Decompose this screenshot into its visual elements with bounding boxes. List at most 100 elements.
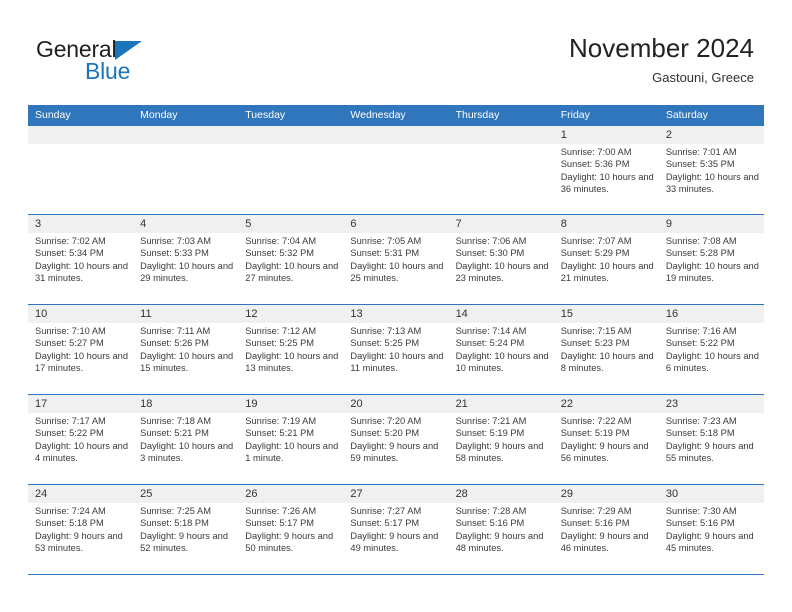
sunset-text: Sunset: 5:23 PM: [560, 338, 630, 349]
day-sun-info: Sunrise: 7:15 AM Sunset: 5:23 PM Daylight:…: [561, 325, 656, 374]
day-cell[interactable]: 17 Sunrise: 7:17 AM Sunset: 5:22 PM Dayligh…: [28, 395, 133, 484]
day-cell[interactable]: 22 Sunrise: 7:22 AM Sunset: 5:19 PM Dayligh…: [554, 395, 659, 484]
day-cell[interactable]: 11 Sunrise: 7:11 AM Sunset: 5:26 PM Dayligh…: [133, 305, 238, 394]
day-cell[interactable]: 2 Sunrise: 7:01 AM Sunset: 5:35 PM Daylight…: [659, 126, 764, 214]
sunrise-text: Sunrise: 7:28 AM: [455, 506, 527, 516]
page-title: November 2024: [569, 33, 754, 63]
day-cell[interactable]: 13 Sunrise: 7:13 AM Sunset: 5:25 PM Dayligh…: [343, 305, 448, 394]
weekday-header-saturday: Saturday: [665, 109, 708, 121]
day-cell[interactable]: 16 Sunrise: 7:16 AM Sunset: 5:22 PM Dayligh…: [659, 305, 764, 394]
day-sun-info: Sunrise: 7:03 AM Sunset: 5:33 PM Daylight:…: [140, 235, 235, 284]
day-cell[interactable]: 24 Sunrise: 7:24 AM Sunset: 5:18 PM Dayligh…: [28, 485, 133, 574]
day-number: 16: [665, 308, 679, 320]
day-cell[interactable]: 4 Sunrise: 7:03 AM Sunset: 5:33 PM Daylight…: [133, 215, 238, 304]
day-cell[interactable]: 25 Sunrise: 7:25 AM Sunset: 5:18 PM Dayligh…: [133, 485, 238, 574]
day-sun-info: Sunrise: 7:16 AM Sunset: 5:22 PM Daylight:…: [666, 325, 761, 374]
sunrise-text: Sunrise: 7:00 AM: [560, 147, 632, 157]
sunrise-text: Sunrise: 7:24 AM: [35, 506, 106, 516]
sunset-text: Sunset: 5:19 PM: [455, 428, 525, 439]
sunset-text: Sunset: 5:22 PM: [35, 428, 104, 439]
sunrise-text: Sunrise: 7:18 AM: [140, 416, 211, 426]
day-sun-info: Sunrise: 7:07 AM Sunset: 5:29 PM Daylight:…: [561, 235, 656, 284]
sunrise-text: Sunrise: 7:16 AM: [665, 326, 737, 336]
sunset-text: Sunset: 5:28 PM: [665, 248, 735, 259]
day-sun-info: Sunrise: 7:18 AM Sunset: 5:21 PM Daylight:…: [140, 415, 235, 464]
sunrise-text: Sunrise: 7:21 AM: [455, 416, 527, 426]
daylight-text: Daylight: 10 hours and 25 minutes.: [350, 260, 444, 283]
day-cell[interactable]: 18 Sunrise: 7:18 AM Sunset: 5:21 PM Dayligh…: [133, 395, 238, 484]
day-sun-info: Sunrise: 7:22 AM Sunset: 5:19 PM Daylight:…: [561, 415, 656, 464]
day-sun-info: Sunrise: 7:20 AM Sunset: 5:20 PM Daylight:…: [350, 415, 445, 464]
weekday-header-row: Sunday Monday Tuesday Wednesday Thursday…: [28, 105, 764, 126]
day-cell[interactable]: 12 Sunrise: 7:12 AM Sunset: 5:25 PM Dayligh…: [238, 305, 343, 394]
day-cell[interactable]: 8 Sunrise: 7:07 AM Sunset: 5:29 PM Daylight…: [554, 215, 659, 304]
day-cell[interactable]: 23 Sunrise: 7:23 AM Sunset: 5:18 PM Dayligh…: [659, 395, 764, 484]
sunrise-text: Sunrise: 7:23 AM: [665, 416, 737, 426]
sunrise-text: Sunrise: 7:02 AM: [35, 236, 106, 246]
day-cell[interactable]: 6 Sunrise: 7:05 AM Sunset: 5:31 PM Daylight…: [343, 215, 448, 304]
day-cell-empty: [133, 126, 238, 214]
day-number: 2: [665, 129, 672, 141]
calendar-week-row: 3 Sunrise: 7:02 AM Sunset: 5:34 PM Daylight…: [28, 215, 764, 305]
day-cell[interactable]: 10 Sunrise: 7:10 AM Sunset: 5:27 PM Dayligh…: [28, 305, 133, 394]
day-cell[interactable]: 19 Sunrise: 7:19 AM Sunset: 5:21 PM Dayligh…: [238, 395, 343, 484]
day-cell-empty: [238, 126, 343, 214]
day-cell[interactable]: 15 Sunrise: 7:15 AM Sunset: 5:23 PM Dayligh…: [554, 305, 659, 394]
sunrise-text: Sunrise: 7:13 AM: [350, 326, 422, 336]
sunset-text: Sunset: 5:31 PM: [350, 248, 420, 259]
day-cell[interactable]: 30 Sunrise: 7:30 AM Sunset: 5:16 PM Dayligh…: [659, 485, 764, 574]
daylight-text: Daylight: 10 hours and 1 minute.: [245, 440, 339, 463]
day-number: 11: [140, 308, 152, 320]
sunset-text: Sunset: 5:34 PM: [35, 248, 104, 259]
day-number: 5: [245, 218, 252, 230]
sunrise-text: Sunrise: 7:10 AM: [35, 326, 106, 336]
daylight-text: Daylight: 10 hours and 3 minutes.: [140, 440, 234, 463]
day-sun-info: Sunrise: 7:08 AM Sunset: 5:28 PM Daylight:…: [666, 235, 761, 284]
sunrise-text: Sunrise: 7:25 AM: [140, 506, 211, 516]
day-sun-info: Sunrise: 7:28 AM Sunset: 5:16 PM Daylight:…: [456, 505, 551, 554]
day-number: 26: [245, 488, 258, 500]
day-cell[interactable]: 1 Sunrise: 7:00 AM Sunset: 5:36 PM Daylight…: [554, 126, 659, 214]
day-number: 21: [455, 398, 468, 410]
daylight-text: Daylight: 9 hours and 52 minutes.: [140, 530, 228, 553]
day-cell[interactable]: 20 Sunrise: 7:20 AM Sunset: 5:20 PM Dayligh…: [343, 395, 448, 484]
week-days: 1 Sunrise: 7:00 AM Sunset: 5:36 PM Daylight…: [28, 126, 764, 214]
daylight-text: Daylight: 9 hours and 50 minutes.: [245, 530, 334, 553]
day-cell[interactable]: 26 Sunrise: 7:26 AM Sunset: 5:17 PM Dayligh…: [238, 485, 343, 574]
day-cell[interactable]: 9 Sunrise: 7:08 AM Sunset: 5:28 PM Daylight…: [659, 215, 764, 304]
daylight-text: Daylight: 10 hours and 4 minutes.: [35, 440, 129, 463]
day-number: 20: [350, 398, 363, 410]
daylight-text: Daylight: 10 hours and 6 minutes.: [665, 350, 759, 373]
day-number: 14: [455, 308, 468, 320]
day-number: 18: [140, 398, 153, 410]
weekday-header-thursday: Thursday: [455, 109, 500, 121]
sunset-text: Sunset: 5:35 PM: [665, 159, 735, 170]
day-sun-info: Sunrise: 7:00 AM Sunset: 5:36 PM Daylight:…: [561, 146, 656, 195]
day-cell[interactable]: 14 Sunrise: 7:14 AM Sunset: 5:24 PM Dayligh…: [449, 305, 554, 394]
day-cell[interactable]: 28 Sunrise: 7:28 AM Sunset: 5:16 PM Dayligh…: [449, 485, 554, 574]
sunrise-text: Sunrise: 7:03 AM: [140, 236, 211, 246]
day-cell[interactable]: 21 Sunrise: 7:21 AM Sunset: 5:19 PM Dayligh…: [449, 395, 554, 484]
day-cell[interactable]: 3 Sunrise: 7:02 AM Sunset: 5:34 PM Daylight…: [28, 215, 133, 304]
day-cell[interactable]: 29 Sunrise: 7:29 AM Sunset: 5:16 PM Dayligh…: [554, 485, 659, 574]
daylight-text: Daylight: 10 hours and 11 minutes.: [350, 350, 444, 373]
week-days: 10 Sunrise: 7:10 AM Sunset: 5:27 PM Dayligh…: [28, 305, 764, 394]
sunset-text: Sunset: 5:19 PM: [560, 428, 630, 439]
sunrise-text: Sunrise: 7:17 AM: [35, 416, 106, 426]
calendar-page: General Blue November 2024 Gastouni, Gre…: [0, 0, 792, 612]
day-number: 12: [245, 308, 258, 320]
day-number: 24: [35, 488, 48, 500]
day-number: 3: [35, 218, 42, 230]
day-cell[interactable]: 7 Sunrise: 7:06 AM Sunset: 5:30 PM Daylight…: [449, 215, 554, 304]
weekday-header-wednesday: Wednesday: [350, 109, 406, 121]
day-sun-info: Sunrise: 7:21 AM Sunset: 5:19 PM Daylight:…: [456, 415, 551, 464]
daylight-text: Daylight: 10 hours and 36 minutes.: [560, 171, 654, 194]
page-header: General Blue November 2024 Gastouni, Gre…: [0, 0, 792, 100]
calendar-week-row: 1 Sunrise: 7:00 AM Sunset: 5:36 PM Daylight…: [28, 126, 764, 215]
daylight-text: Daylight: 9 hours and 55 minutes.: [665, 440, 754, 463]
sunset-text: Sunset: 5:16 PM: [665, 518, 735, 529]
day-sun-info: Sunrise: 7:06 AM Sunset: 5:30 PM Daylight:…: [456, 235, 551, 284]
day-cell[interactable]: 5 Sunrise: 7:04 AM Sunset: 5:32 PM Daylight…: [238, 215, 343, 304]
week-days: 3 Sunrise: 7:02 AM Sunset: 5:34 PM Daylight…: [28, 215, 764, 304]
day-cell[interactable]: 27 Sunrise: 7:27 AM Sunset: 5:17 PM Dayligh…: [343, 485, 448, 574]
